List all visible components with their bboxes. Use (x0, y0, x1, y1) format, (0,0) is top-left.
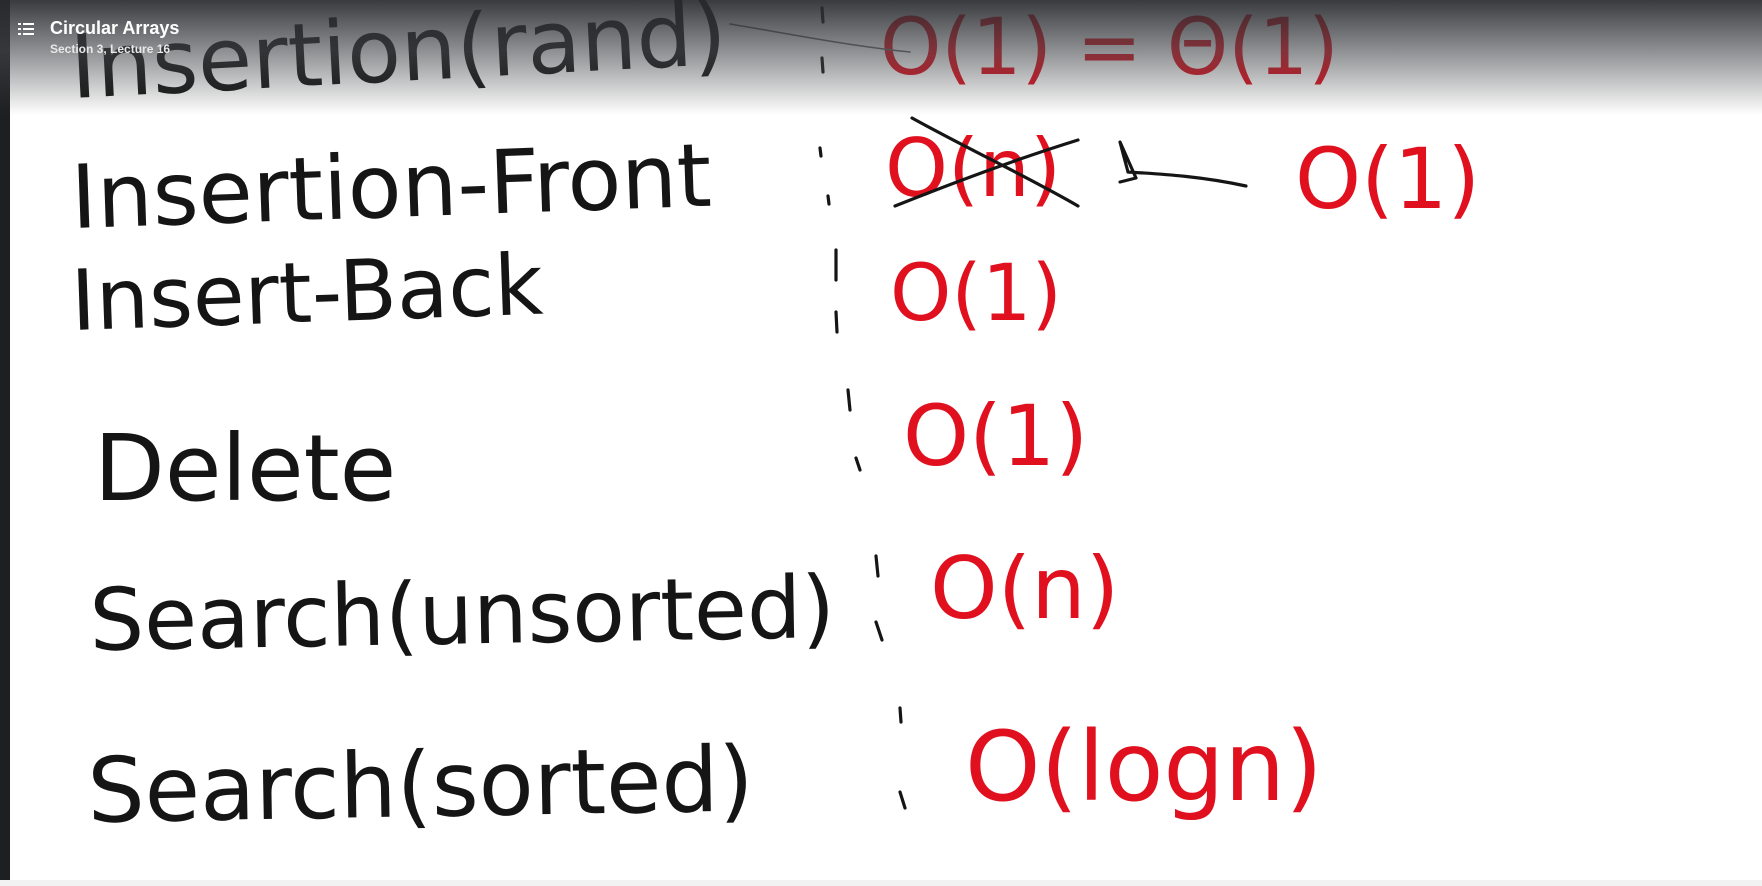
row-insert-back: Insert-Back O(1) (69, 236, 1062, 350)
complexity-label: O(1) (903, 387, 1088, 485)
row-insertion-rand: Insertion(rand) O(1) = Θ(1) (68, 0, 1339, 119)
operation-label: Search(sorted) (87, 727, 755, 844)
colon-mark (846, 388, 862, 472)
list-icon[interactable] (18, 22, 34, 36)
row-search-unsorted: Search(unsorted) O(n) (89, 539, 1120, 671)
complexity-label: O(1) (1295, 130, 1480, 228)
complexity-label: O(logn) (965, 711, 1323, 823)
complexity-label: O(n) (930, 539, 1119, 639)
colon-mark (834, 248, 839, 334)
row-delete: Delete O(1) (94, 387, 1088, 522)
operation-label: Insertion-Front (69, 124, 713, 249)
arrow-icon (1118, 140, 1248, 188)
operation-label: Insert-Back (69, 236, 545, 350)
colon-mark (874, 554, 884, 642)
complexity-label: O(1) = Θ(1) (880, 3, 1339, 93)
row-search-sorted: Search(sorted) O(logn) (87, 706, 1323, 844)
video-frame: Insertion(rand) O(1) = Θ(1) Insertion-Fr… (10, 0, 1762, 886)
operation-label: Search(unsorted) (89, 558, 836, 671)
lecture-title-block: Circular Arrays Section 3, Lecture 16 (50, 16, 179, 58)
operation-label: Delete (94, 415, 396, 522)
colon-mark (898, 706, 907, 810)
lecture-subtitle: Section 3, Lecture 16 (50, 42, 171, 56)
lecture-header: Circular Arrays Section 3, Lecture 16 (18, 16, 179, 58)
colon-mark (818, 146, 831, 206)
bottom-edge (0, 880, 1762, 886)
lecture-title: Circular Arrays (50, 18, 180, 38)
complexity-label: O(1) (890, 249, 1062, 339)
whiteboard: Insertion(rand) O(1) = Θ(1) Insertion-Fr… (68, 0, 1480, 844)
left-edge-strip (0, 0, 10, 886)
row-insertion-front: Insertion-Front O(n) O(1) (69, 116, 1480, 249)
